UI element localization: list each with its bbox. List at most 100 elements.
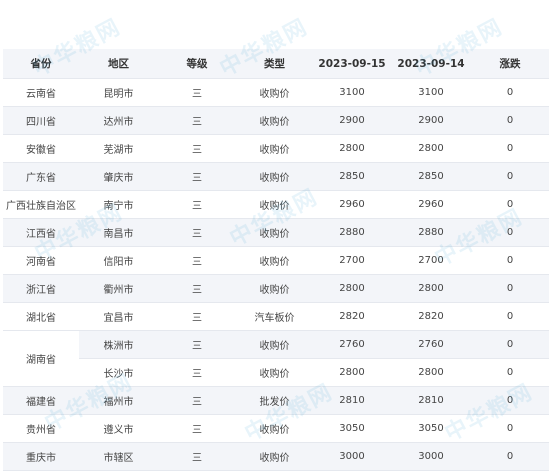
cell-province: 湖南省 — [3, 330, 79, 387]
header-region: 地区 — [79, 49, 158, 79]
cell-province: 江西省 — [3, 218, 79, 247]
cell-price-date-1: 2810 — [313, 386, 391, 415]
table-row: 河南省 信阳市三收购价 2700 2700 0 — [3, 246, 549, 275]
cell-change: 0 — [471, 106, 549, 135]
cell-price-date-2: 2800 — [391, 358, 471, 387]
table-row: 湖北省 宜昌市三汽车板价 2820 2820 0 — [3, 302, 549, 331]
cell-type: 收购价 — [236, 358, 313, 387]
cell-change: 0 — [471, 218, 549, 247]
cell-price-date-2: 2960 — [391, 190, 471, 219]
cell-type: 批发价 — [236, 386, 313, 415]
cell-price-date-2: 2850 — [391, 162, 471, 191]
cell-change: 0 — [471, 190, 549, 219]
report-title: 今日国内主要地区中晚籼稻价格日报（单位：元/吨） — [148, 8, 406, 21]
cell-change: 0 — [471, 330, 549, 359]
cell-type: 收购价 — [236, 414, 313, 443]
cell-price-date-1: 2900 — [313, 106, 391, 135]
cell-province: 四川省 — [3, 106, 79, 135]
cell-price-date-2: 2900 — [391, 106, 471, 135]
cell-price-date-1: 3050 — [313, 414, 391, 443]
cell-price-date-1: 2800 — [313, 274, 391, 303]
cell-type: 收购价 — [236, 78, 313, 107]
cell-change: 0 — [471, 162, 549, 191]
cell-change: 0 — [471, 386, 549, 415]
cell-grade: 三 — [158, 106, 236, 135]
header-date-2: 2023-09-14 — [391, 49, 471, 79]
table-row: 江西省 南昌市三收购价 2880 2880 0 — [3, 218, 549, 247]
cell-price-date-1: 2960 — [313, 190, 391, 219]
cell-region: 昆明市 — [79, 78, 158, 107]
cell-change: 0 — [471, 358, 549, 387]
cell-type: 收购价 — [236, 190, 313, 219]
cell-grade: 三 — [158, 162, 236, 191]
table-row: 长沙市三收购价 2800 2800 0 — [3, 358, 549, 387]
cell-change: 0 — [471, 302, 549, 331]
cell-province: 河南省 — [3, 246, 79, 275]
cell-province: 贵州省 — [3, 414, 79, 443]
cell-price-date-2: 2880 — [391, 218, 471, 247]
cell-change: 0 — [471, 246, 549, 275]
cell-price-date-2: 3100 — [391, 78, 471, 107]
cell-change: 0 — [471, 414, 549, 443]
cell-region: 株洲市 — [79, 330, 158, 359]
cell-price-date-2: 2800 — [391, 134, 471, 163]
cell-province: 重庆市 — [3, 442, 79, 471]
cell-grade: 三 — [158, 386, 236, 415]
cell-type: 收购价 — [236, 274, 313, 303]
header-grade: 等级 — [158, 49, 236, 79]
cell-type: 收购价 — [236, 330, 313, 359]
cell-change: 0 — [471, 442, 549, 471]
cell-grade: 三 — [158, 302, 236, 331]
table-body: 云南省 昆明市三收购价 3100 3100 0 四川省 达州市三收购价 2900 2900 0 安徽… — [3, 78, 549, 471]
cell-price-date-1: 3000 — [313, 442, 391, 471]
cell-type: 收购价 — [236, 442, 313, 471]
header-change: 涨跌 — [471, 49, 549, 79]
cell-price-date-2: 3000 — [391, 442, 471, 471]
cell-price-date-1: 2800 — [313, 134, 391, 163]
cell-province: 广西壮族自治区 — [3, 190, 79, 219]
cell-region: 遵义市 — [79, 414, 158, 443]
cell-region: 信阳市 — [79, 246, 158, 275]
price-table: 省份 地区 等级 类型 2023-09-15 2023-09-14 涨跌 云南省… — [3, 49, 549, 471]
cell-grade: 三 — [158, 330, 236, 359]
cell-region: 宜昌市 — [79, 302, 158, 331]
cell-grade: 三 — [158, 246, 236, 275]
cell-price-date-1: 2800 — [313, 358, 391, 387]
table-row: 浙江省 衢州市三收购价 2800 2800 0 — [3, 274, 549, 303]
cell-price-date-1: 2760 — [313, 330, 391, 359]
cell-grade: 三 — [158, 218, 236, 247]
report-page: 今日国内主要地区中晚籼稻价格日报（单位：元/吨） 省份 地区 等级 类型 202… — [0, 0, 554, 471]
table-row: 安徽省 芜湖市三收购价 2800 2800 0 — [3, 134, 549, 163]
cell-region: 达州市 — [79, 106, 158, 135]
cell-province: 广东省 — [3, 162, 79, 191]
table-row: 湖南省 株洲市三收购价 2760 2760 0 — [3, 330, 549, 387]
cell-price-date-2: 2820 — [391, 302, 471, 331]
cell-region: 肇庆市 — [79, 162, 158, 191]
cell-change: 0 — [471, 274, 549, 303]
cell-province: 浙江省 — [3, 274, 79, 303]
table-row: 云南省 昆明市三收购价 3100 3100 0 — [3, 78, 549, 107]
cell-grade: 三 — [158, 78, 236, 107]
cell-price-date-1: 2880 — [313, 218, 391, 247]
cell-change: 0 — [471, 134, 549, 163]
cell-province: 云南省 — [3, 78, 79, 107]
cell-price-date-1: 2700 — [313, 246, 391, 275]
cell-region: 市辖区 — [79, 442, 158, 471]
table-row: 重庆市 市辖区三收购价 3000 3000 0 — [3, 442, 549, 471]
cell-price-date-1: 2850 — [313, 162, 391, 191]
cell-grade: 三 — [158, 414, 236, 443]
cell-region: 衢州市 — [79, 274, 158, 303]
cell-grade: 三 — [158, 442, 236, 471]
table-row: 广东省 肇庆市三收购价 2850 2850 0 — [3, 162, 549, 191]
cell-province: 福建省 — [3, 386, 79, 415]
cell-price-date-2: 3050 — [391, 414, 471, 443]
title-bar: 今日国内主要地区中晚籼稻价格日报（单位：元/吨） — [0, 0, 554, 30]
cell-region: 南宁市 — [79, 190, 158, 219]
cell-price-date-2: 2760 — [391, 330, 471, 359]
table-row: 福建省 福州市三批发价 2810 2810 0 — [3, 386, 549, 415]
cell-type: 汽车板价 — [236, 302, 313, 331]
cell-type: 收购价 — [236, 106, 313, 135]
header-date-1: 2023-09-15 — [313, 49, 391, 79]
cell-change: 0 — [471, 78, 549, 107]
cell-region: 南昌市 — [79, 218, 158, 247]
